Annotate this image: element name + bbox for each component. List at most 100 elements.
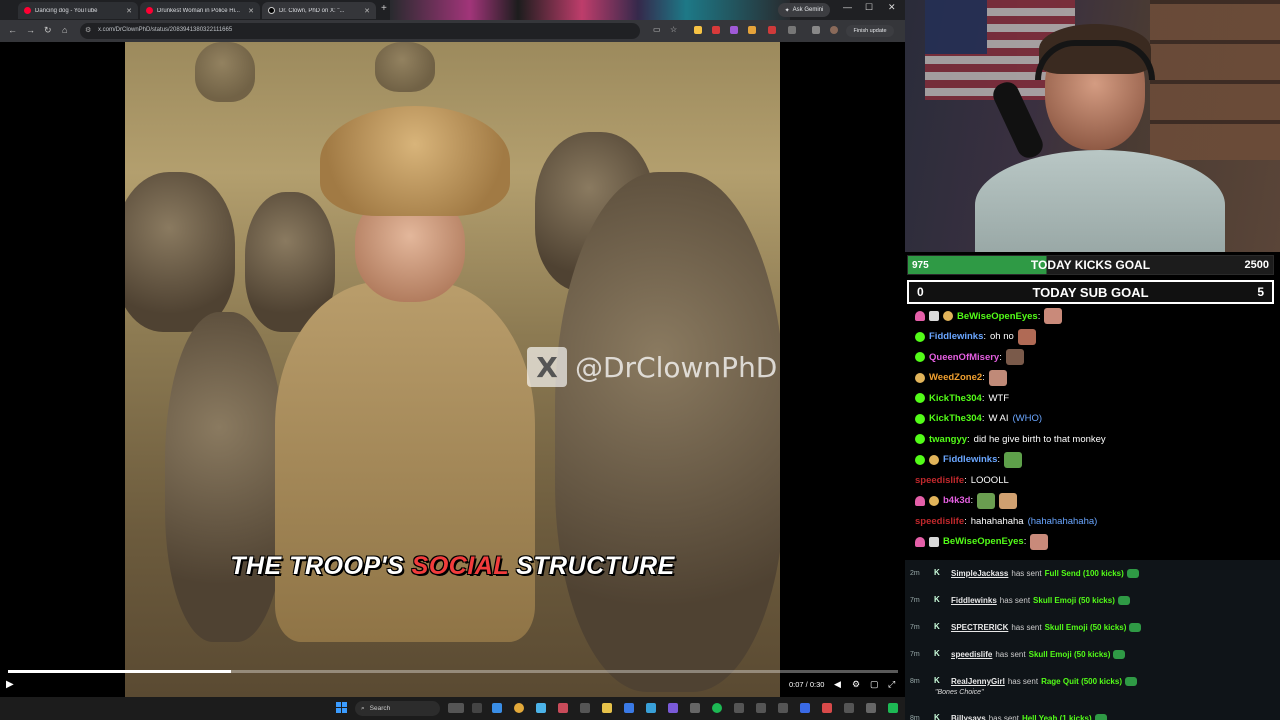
chat-text: W AI xyxy=(988,413,1009,424)
chat-username[interactable]: BeWiseOpenEyes xyxy=(943,536,1024,547)
extension-icon[interactable] xyxy=(712,26,720,34)
settings-gear-icon[interactable]: ⚙ xyxy=(852,679,860,690)
app-icon[interactable] xyxy=(624,703,634,713)
address-bar[interactable]: ⚙ x.com/DrClownPhD/status/20839413803221… xyxy=(80,23,640,39)
chat-username[interactable]: WeedZone2 xyxy=(929,372,982,383)
vip-badge-icon xyxy=(915,311,925,321)
close-window-icon[interactable]: ✕ xyxy=(888,2,896,13)
site-info-icon[interactable]: ⚙ xyxy=(85,26,91,34)
close-icon[interactable]: ✕ xyxy=(126,7,132,15)
chat-separator: : xyxy=(983,331,987,342)
chat-username[interactable]: KickThe304 xyxy=(929,393,982,404)
chat-username[interactable]: Fiddlewinks xyxy=(929,331,983,342)
file-explorer-icon[interactable] xyxy=(602,703,612,713)
profile-avatar[interactable] xyxy=(830,26,838,34)
ask-gemini-button[interactable]: ✦ Ask Gemini xyxy=(778,3,830,17)
chat-username[interactable]: b4k3d xyxy=(943,495,970,506)
sub-goal-target: 5 xyxy=(1257,285,1264,299)
kick-logo-icon: K xyxy=(934,676,940,685)
chat-separator: : xyxy=(1023,536,1027,547)
taskbar-search[interactable]: ⌕ Search xyxy=(355,701,440,716)
reload-icon[interactable]: ↻ xyxy=(44,25,52,36)
pip-icon[interactable]: ▢ xyxy=(870,679,879,690)
event-username[interactable]: speedislife xyxy=(951,650,992,659)
event-username[interactable]: SPECTRERICK xyxy=(951,623,1008,632)
app-icon[interactable] xyxy=(646,703,656,713)
event-username[interactable]: RealJennyGirl xyxy=(951,677,1005,686)
gift-event: 7m K SPECTRERICK has sent Skull Emoji (50 ki… xyxy=(910,617,1142,637)
task-view-icon[interactable] xyxy=(472,703,482,713)
app-icon[interactable] xyxy=(778,703,788,713)
tab-dr-clown[interactable]: Dr. Clown, PhD on X: "... ✕ xyxy=(262,2,376,19)
tab-dancing-dog[interactable]: Dancing dog - YouTube ✕ xyxy=(18,2,138,19)
event-time: 8m xyxy=(910,677,920,685)
app-icon[interactable] xyxy=(580,703,590,713)
video-watermark: X @DrClownPhD xyxy=(527,347,777,387)
cast-icon[interactable]: ▭ xyxy=(653,25,661,34)
windows-start-icon[interactable] xyxy=(336,702,347,713)
gift-badge-icon xyxy=(929,311,939,321)
app-icon[interactable] xyxy=(690,703,700,713)
chat-username[interactable]: speedislife xyxy=(915,475,964,486)
app-icon[interactable] xyxy=(822,703,832,713)
event-verb: has sent xyxy=(995,649,1026,659)
back-icon[interactable]: ← xyxy=(8,25,17,35)
extensions-puzzle-icon[interactable] xyxy=(788,26,796,34)
video-progress-bar[interactable] xyxy=(8,670,898,673)
emote-icon xyxy=(1044,308,1063,324)
event-gift: Hell Yeah (1 kicks) xyxy=(1021,713,1092,720)
browser-toolbar: ← → ↻ ⌂ ⚙ x.com/DrClownPhD/status/208394… xyxy=(0,20,905,42)
minimize-icon[interactable]: — xyxy=(843,2,852,12)
chat-username[interactable]: twangyy xyxy=(929,434,967,445)
obs-icon[interactable] xyxy=(558,703,568,713)
home-icon[interactable]: ⌂ xyxy=(62,25,67,35)
extension-icon[interactable] xyxy=(694,26,702,34)
chat-username[interactable]: BeWiseOpenEyes xyxy=(957,311,1038,322)
chrome-icon[interactable] xyxy=(514,703,524,713)
maximize-icon[interactable]: ☐ xyxy=(865,2,873,13)
event-username[interactable]: SimpleJackass xyxy=(951,569,1008,578)
extension-icon[interactable] xyxy=(730,26,738,34)
spotify-icon[interactable] xyxy=(712,703,722,713)
video-player[interactable]: X @DrClownPhD THE TROOP'S SOCIAL STRUCTU… xyxy=(125,42,780,697)
pith-helmet xyxy=(320,106,510,216)
volume-icon[interactable]: ◀ xyxy=(834,679,841,690)
gemini-icon: ✦ xyxy=(784,7,790,14)
side-panel-icon[interactable] xyxy=(812,26,820,34)
tab-drunkest-woman[interactable]: Drunkest Woman in Police Hi... ✕ xyxy=(140,2,260,19)
app-icon[interactable] xyxy=(668,703,678,713)
close-icon[interactable]: ✕ xyxy=(364,7,370,15)
chat-username[interactable]: Fiddlewinks xyxy=(943,454,997,465)
finish-update-button[interactable]: Finish update xyxy=(846,25,894,37)
event-gift: Skull Emoji (50 kicks) xyxy=(1028,649,1111,659)
widget-icon[interactable] xyxy=(448,703,464,713)
og-badge-icon xyxy=(915,372,925,383)
app-icon[interactable] xyxy=(536,703,546,713)
edge-icon[interactable] xyxy=(492,703,502,713)
chat-username[interactable]: KickThe304 xyxy=(929,413,982,424)
chat-username[interactable]: speedislife xyxy=(915,516,964,527)
fullscreen-icon[interactable]: ⤢ xyxy=(888,679,895,690)
tab-label: Dancing dog - YouTube xyxy=(35,7,98,14)
app-icon[interactable] xyxy=(888,703,898,713)
app-icon[interactable] xyxy=(844,703,854,713)
app-icon[interactable] xyxy=(734,703,744,713)
extension-icon[interactable] xyxy=(748,26,756,34)
app-icon[interactable] xyxy=(756,703,766,713)
event-username[interactable]: Fiddlewinks xyxy=(951,596,997,605)
caption-text: STRUCTURE xyxy=(508,552,675,580)
chat-message: KickThe304: WTF xyxy=(915,388,1009,408)
close-icon[interactable]: ✕ xyxy=(248,7,254,15)
forward-icon[interactable]: → xyxy=(26,25,35,35)
event-verb: has sent xyxy=(988,713,1019,720)
extension-icon[interactable] xyxy=(768,26,776,34)
bookmark-star-icon[interactable]: ☆ xyxy=(670,25,677,34)
play-icon[interactable]: ▶ xyxy=(6,679,14,690)
chat-username[interactable]: QueenOfMisery xyxy=(929,352,999,363)
sub-badge-icon xyxy=(915,393,925,403)
app-icon[interactable] xyxy=(866,703,876,713)
new-tab-icon[interactable]: + xyxy=(381,3,387,14)
kicks-goal-target: 2500 xyxy=(1244,259,1269,271)
app-icon[interactable] xyxy=(800,703,810,713)
event-username[interactable]: Billysays xyxy=(951,714,986,720)
